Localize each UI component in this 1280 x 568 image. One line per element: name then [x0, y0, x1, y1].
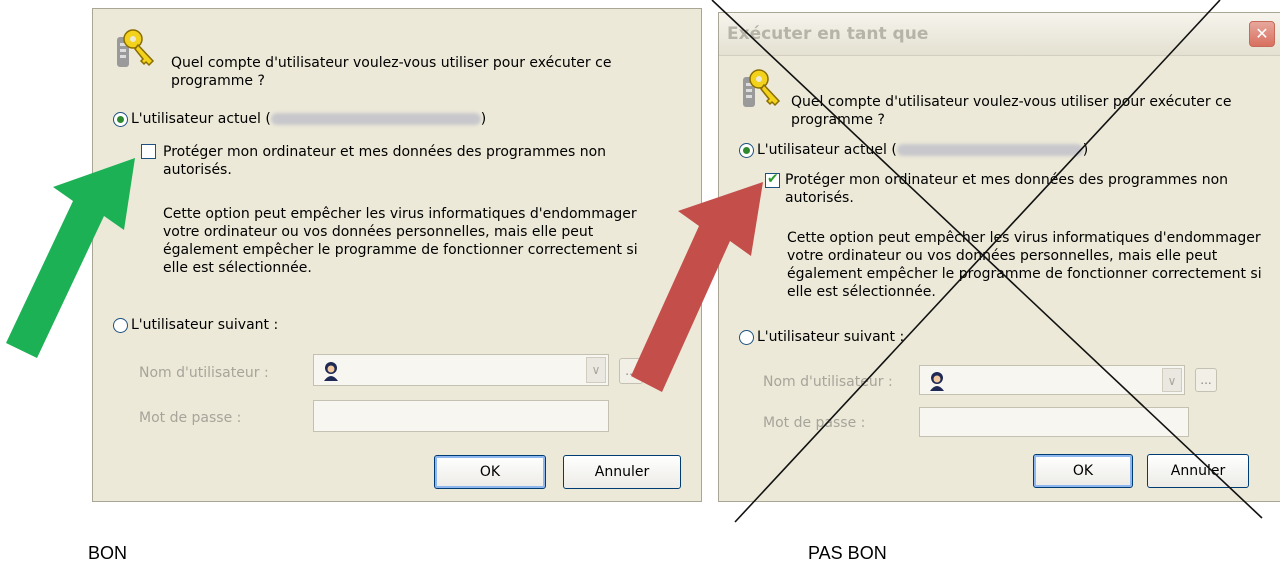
green-arrow-icon	[6, 158, 135, 358]
red-arrow-icon	[631, 182, 763, 392]
x-cross-icon	[711, 0, 1263, 519]
x-cross-line-2	[734, 0, 1221, 523]
annotation-overlay	[6, 0, 1263, 523]
caption-good: BON	[88, 543, 128, 563]
caption-bad: PAS BON	[808, 543, 887, 563]
